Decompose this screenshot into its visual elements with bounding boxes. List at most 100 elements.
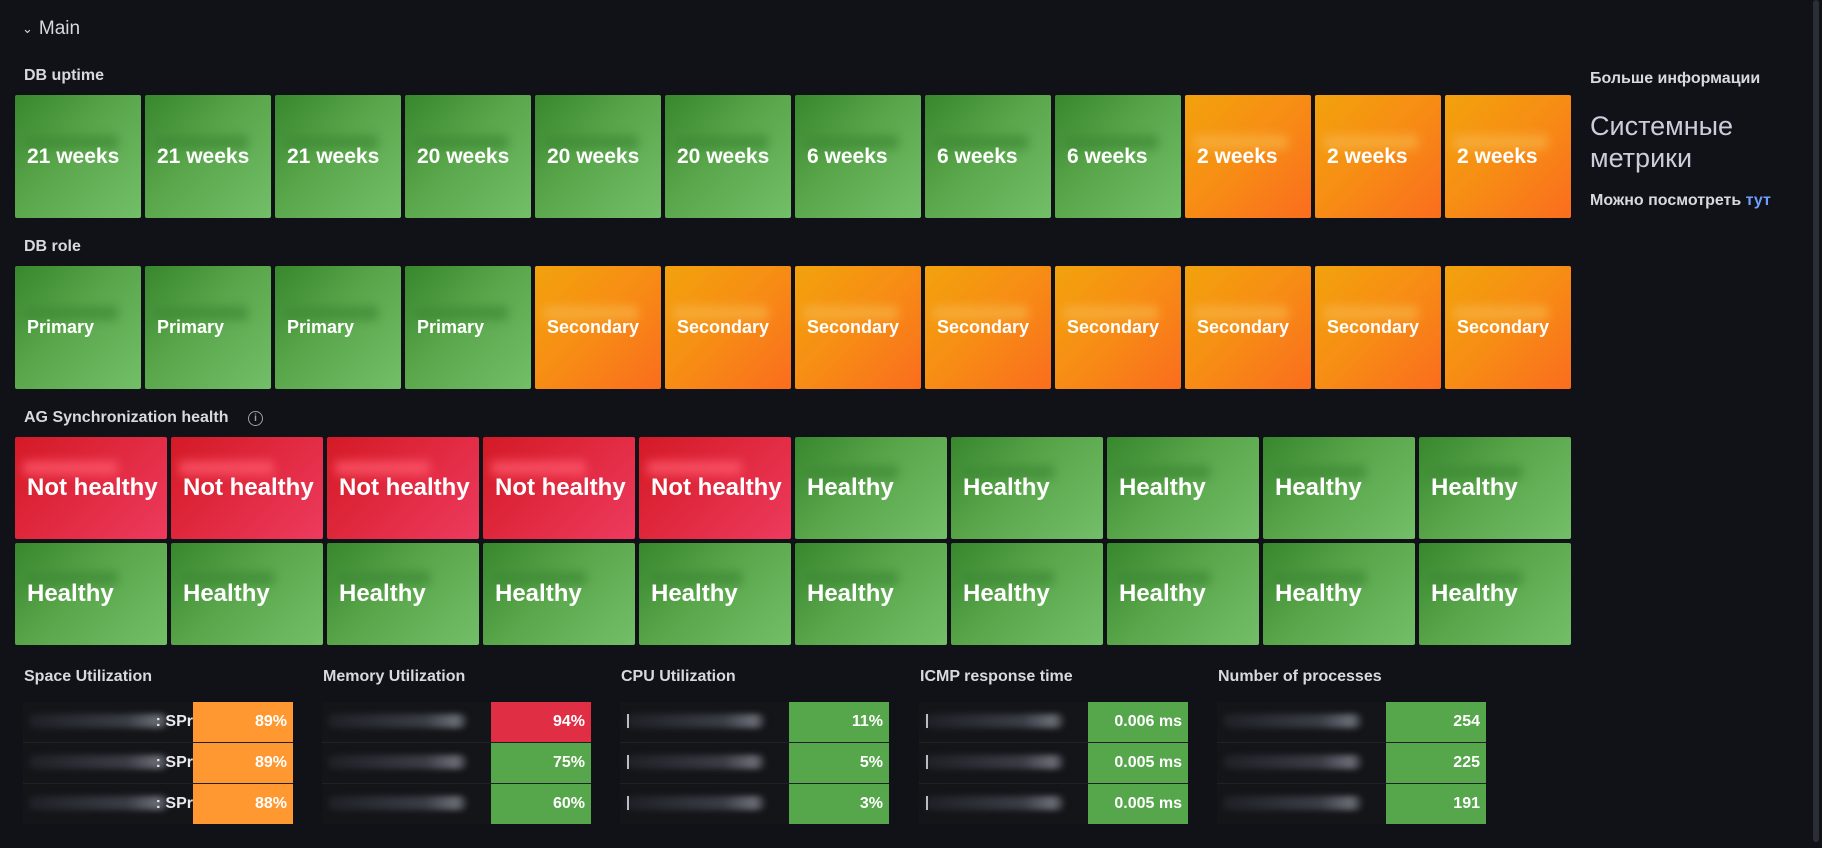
table-row[interactable]: 254 (1217, 702, 1486, 743)
row-name: : SPr (23, 742, 193, 784)
row-value: 0.005 ms (1088, 742, 1188, 784)
redacted-name (626, 796, 765, 810)
info-heading: Системные метрики (1590, 111, 1734, 173)
stat-value: Healthy (1119, 580, 1206, 607)
stat-tile[interactable]: 20 weeks (405, 95, 531, 218)
table-row[interactable]: 94% (322, 702, 591, 743)
table-row[interactable]: : SPr 89% (23, 702, 293, 743)
stat-tile[interactable]: Primary (15, 266, 141, 389)
stat-tile[interactable]: Secondary (1315, 266, 1441, 389)
stat-value: Not healthy (339, 474, 470, 501)
space-table: : SPr 89%: SPr 89%: SPr 88% (23, 702, 293, 824)
redacted-label (335, 461, 430, 475)
info-link[interactable]: тут (1746, 192, 1771, 209)
table-row[interactable]: 5% (620, 742, 889, 784)
stat-tile[interactable]: Primary (145, 266, 271, 389)
name-fragment (627, 796, 629, 810)
stat-tile[interactable]: 21 weeks (145, 95, 271, 218)
stat-tile[interactable]: Healthy (1263, 437, 1415, 539)
stat-tile[interactable]: Not healthy (15, 437, 167, 539)
stat-tile[interactable]: Healthy (951, 437, 1103, 539)
stat-tile[interactable]: 20 weeks (535, 95, 661, 218)
stat-tile[interactable]: Healthy (1419, 437, 1571, 539)
stat-tile[interactable]: Healthy (1263, 543, 1415, 645)
stat-tile[interactable]: Not healthy (483, 437, 635, 539)
row-value: 60% (491, 783, 591, 824)
name-fragment (627, 714, 629, 728)
table-row[interactable]: 191 (1217, 783, 1486, 824)
table-row[interactable]: 3% (620, 783, 889, 824)
stat-tile[interactable]: Secondary (535, 266, 661, 389)
cpu-table: 11% 5% 3% (620, 702, 889, 824)
table-row[interactable]: 11% (620, 702, 889, 743)
row-name-text: : SPr (155, 713, 193, 730)
stat-tile[interactable]: Secondary (925, 266, 1051, 389)
row-header-main[interactable]: ⌄ Main (22, 18, 80, 40)
stat-value: Secondary (677, 317, 770, 337)
stat-tile[interactable]: Healthy (951, 543, 1103, 645)
stat-value: Secondary (1067, 317, 1160, 337)
row-value: 89% (193, 702, 293, 743)
stat-tile[interactable]: Healthy (483, 543, 635, 645)
stat-tile[interactable]: Healthy (327, 543, 479, 645)
table-row[interactable]: 0.005 ms (919, 783, 1188, 824)
row-value: 89% (193, 742, 293, 784)
stat-tile[interactable]: Primary (275, 266, 401, 389)
db-uptime-grid: 21 weeks 21 weeks 21 weeks 20 weeks 20 weeks… (15, 95, 1571, 218)
stat-tile[interactable]: Secondary (1185, 266, 1311, 389)
stat-tile[interactable]: Not healthy (171, 437, 323, 539)
redacted-name (29, 755, 169, 769)
table-row[interactable]: : SPr 89% (23, 742, 293, 784)
stat-tile[interactable]: Secondary (665, 266, 791, 389)
stat-value: Healthy (183, 580, 270, 607)
stat-tile[interactable]: Healthy (1419, 543, 1571, 645)
scrollbar-thumb[interactable] (1813, 0, 1819, 842)
stat-value: Primary (157, 317, 225, 337)
table-row[interactable]: 225 (1217, 742, 1486, 784)
scrollbar[interactable] (1808, 0, 1822, 848)
stat-tile[interactable]: Not healthy (327, 437, 479, 539)
stat-tile[interactable]: 2 weeks (1185, 95, 1311, 218)
stat-tile[interactable]: 6 weeks (1055, 95, 1181, 218)
stat-tile[interactable]: 6 weeks (925, 95, 1051, 218)
stat-value: 21 weeks (287, 144, 380, 168)
stat-tile[interactable]: Healthy (639, 543, 791, 645)
stat-value: Healthy (339, 580, 426, 607)
stat-tile[interactable]: 6 weeks (795, 95, 921, 218)
stat-tile[interactable]: Healthy (1107, 543, 1259, 645)
row-value: 94% (491, 702, 591, 743)
row-name: : SPr (23, 702, 193, 743)
panel-title-db-role: DB role (24, 238, 81, 255)
stat-tile[interactable]: 21 weeks (15, 95, 141, 218)
stat-value: Healthy (1119, 474, 1206, 501)
stat-tile[interactable]: Healthy (1107, 437, 1259, 539)
panel-memory-utilization: Memory Utilization 94% 75% 60% (322, 668, 591, 824)
stat-tile[interactable]: Secondary (1055, 266, 1181, 389)
panel-title: ICMP response time (920, 668, 1073, 685)
row-value: 254 (1386, 702, 1486, 743)
stat-value: 6 weeks (937, 144, 1018, 168)
stat-value: Not healthy (27, 474, 158, 501)
table-row[interactable]: 0.005 ms (919, 742, 1188, 784)
stat-tile[interactable]: 2 weeks (1445, 95, 1571, 218)
stat-tile[interactable]: Healthy (15, 543, 167, 645)
stat-tile[interactable]: 21 weeks (275, 95, 401, 218)
stat-tile[interactable]: Secondary (1445, 266, 1571, 389)
stat-tile[interactable]: Healthy (171, 543, 323, 645)
stat-tile[interactable]: Healthy (795, 437, 947, 539)
stat-tile[interactable]: Not healthy (639, 437, 791, 539)
chevron-down-icon[interactable]: ⌄ (22, 21, 33, 37)
info-icon[interactable]: i (248, 411, 263, 426)
stat-value: Primary (27, 317, 95, 337)
table-row[interactable]: : SPr 88% (23, 783, 293, 824)
panel-space-utilization: Space Utilization : SPr 89%: SPr 89%: SPr 8… (23, 668, 293, 824)
stat-tile[interactable]: Secondary (795, 266, 921, 389)
table-row[interactable]: 75% (322, 742, 591, 784)
stat-tile[interactable]: Primary (405, 266, 531, 389)
table-row[interactable]: 0.006 ms (919, 702, 1188, 743)
table-row[interactable]: 60% (322, 783, 591, 824)
stat-tile[interactable]: 2 weeks (1315, 95, 1441, 218)
stat-tile[interactable]: 20 weeks (665, 95, 791, 218)
stat-tile[interactable]: Healthy (795, 543, 947, 645)
row-value: 3% (789, 783, 889, 824)
